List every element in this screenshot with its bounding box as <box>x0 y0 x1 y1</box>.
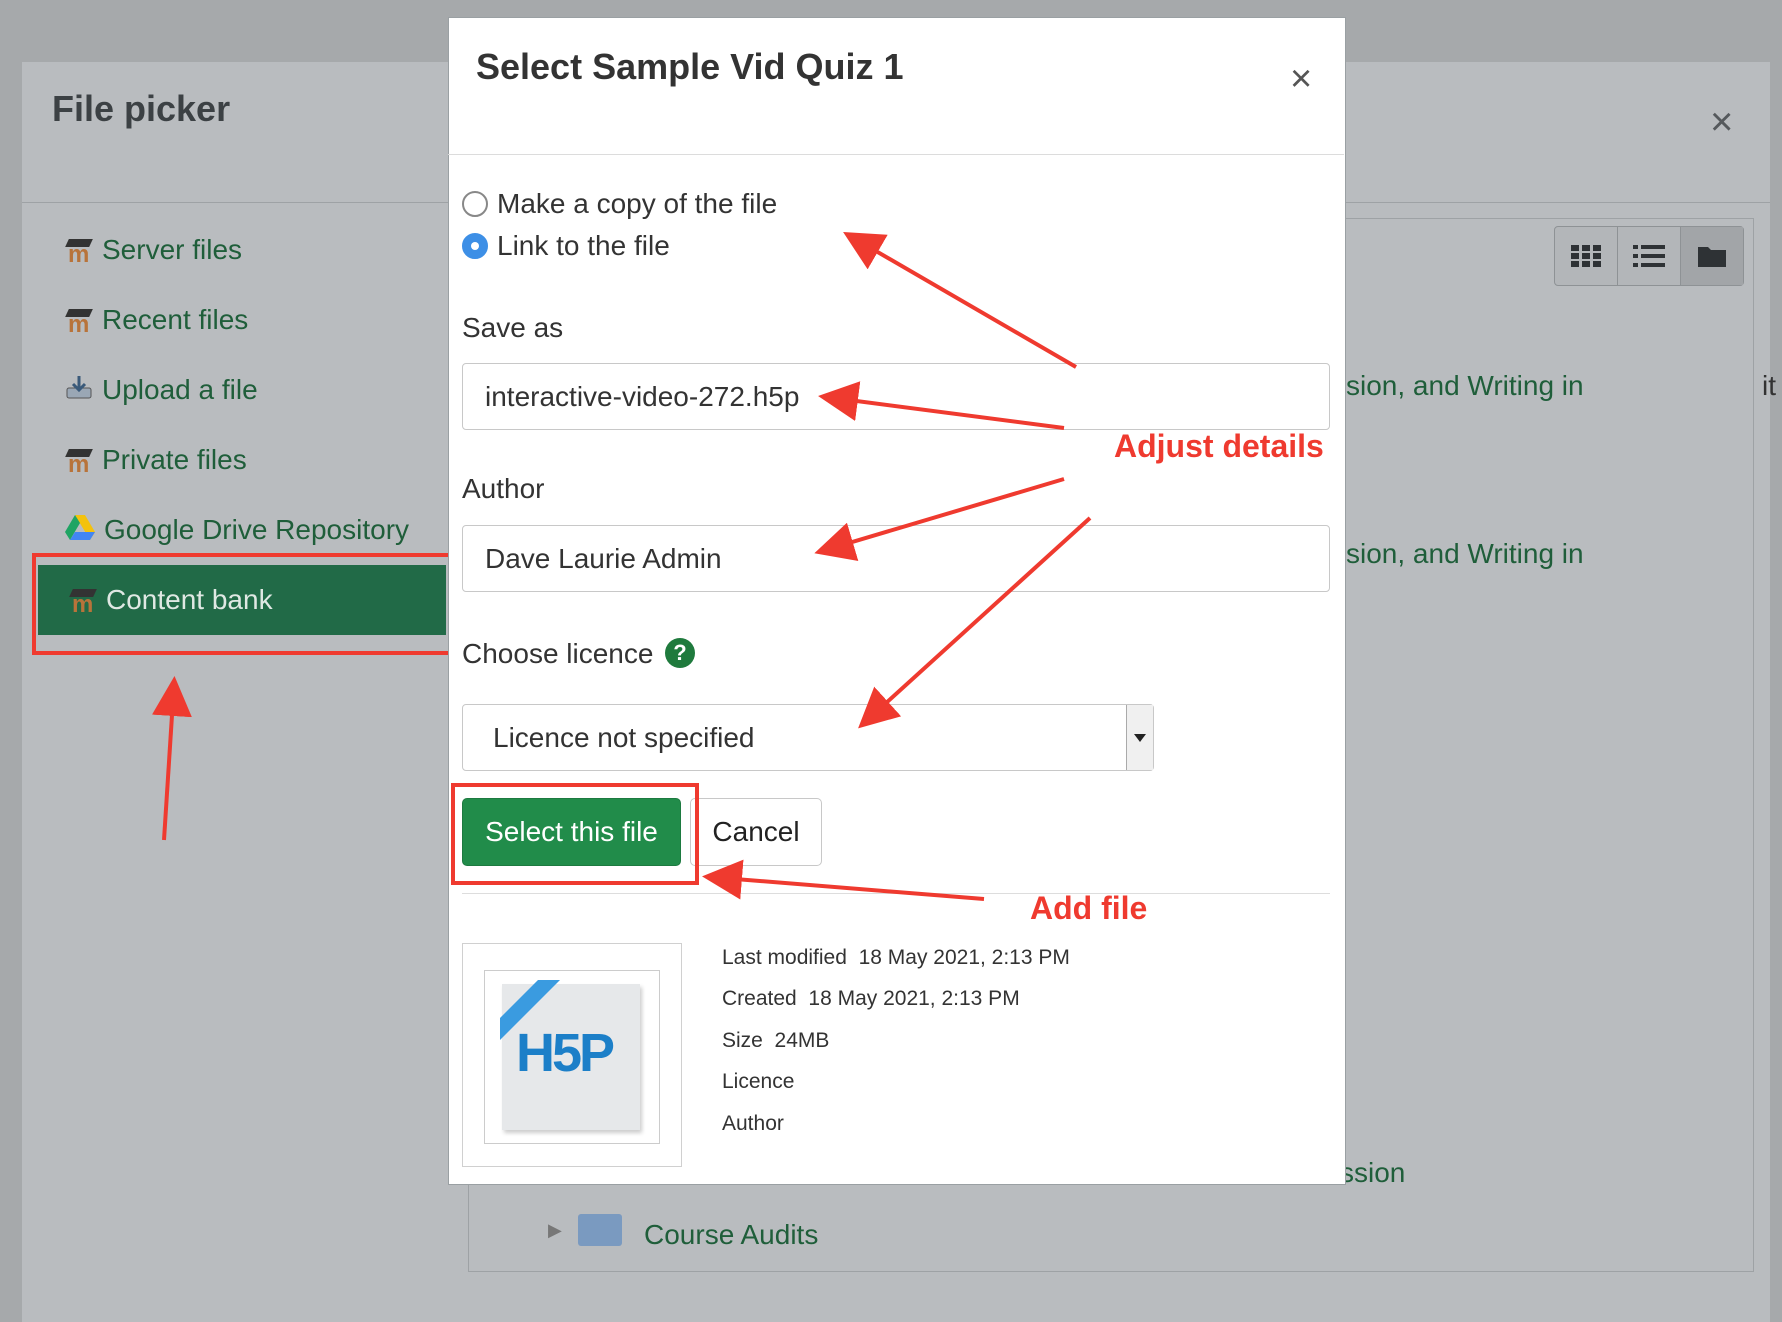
annotation-arrows-dialog <box>702 231 1092 901</box>
